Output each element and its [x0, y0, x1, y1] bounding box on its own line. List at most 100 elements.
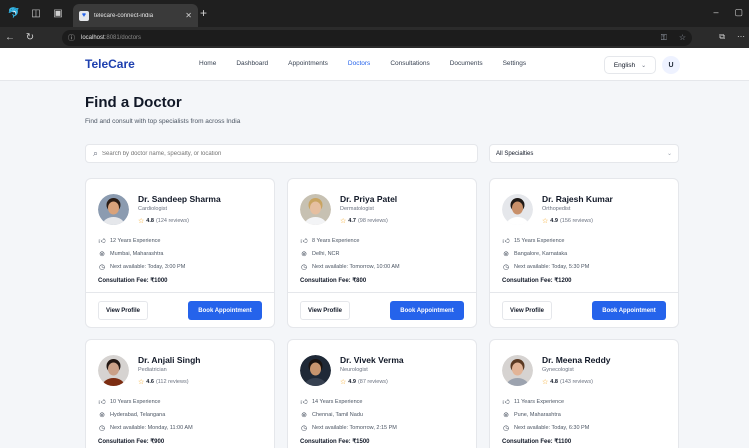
clock-icon: ◷ [502, 264, 510, 271]
availability-line: ◷ Next available: Today, 6:30 PM [502, 424, 589, 432]
review-count: (124 reviews) [155, 218, 189, 224]
tab-actions-icon[interactable]: ▣ [50, 6, 66, 22]
book-appointment-button[interactable]: Book Appointment [188, 301, 262, 320]
workspaces-icon[interactable]: ◫ [28, 6, 44, 22]
specialty-select[interactable]: All Specialties ⌄ [489, 144, 679, 163]
review-count: (112 reviews) [155, 379, 189, 385]
address-bar-icons: ⚿ ☆ [661, 33, 686, 43]
experience-text: 14 Years Experience [312, 398, 363, 405]
location-text: Delhi, NCR [312, 251, 340, 257]
bookmark-star-icon[interactable]: ☆ [679, 33, 686, 43]
location-line: ⊚ Pune, Maharashtra [502, 411, 561, 419]
doctor-rating: ☆ 4.8 (143 reviews) [542, 378, 593, 386]
rating-value: 4.8 [146, 218, 154, 224]
page-subtitle: Find and consult with top specialists fr… [85, 118, 241, 125]
view-profile-button[interactable]: View Profile [300, 301, 350, 320]
browser-tab[interactable]: ♥ telecare-connect-india ✕ [73, 4, 198, 27]
nav-home[interactable]: Home [199, 60, 216, 67]
tab-close-icon[interactable]: ✕ [185, 11, 192, 20]
address-bar[interactable]: ⓘ localhost :8081/doctors ⚿ ☆ [62, 30, 692, 46]
location-text: Hyderabad, Telangana [110, 412, 166, 418]
review-count: (143 reviews) [559, 379, 593, 385]
experience-text: 12 Years Experience [110, 237, 161, 244]
availability-text: Next available: Monday, 11:00 AM [110, 425, 193, 431]
doctor-rating: ☆ 4.8 (124 reviews) [138, 217, 189, 225]
availability-text: Next available: Tomorrow, 10:00 AM [312, 264, 400, 270]
nav-documents[interactable]: Documents [450, 60, 483, 67]
availability-line: ◷ Next available: Today, 3:00 PM [98, 263, 185, 271]
key-icon[interactable]: ⚿ [661, 33, 667, 43]
reload-icon[interactable]: ↻ [20, 32, 40, 43]
doctor-name[interactable]: Dr. Rajesh Kumar [542, 194, 613, 204]
nav-doctors[interactable]: Doctors [348, 60, 370, 67]
doctor-name[interactable]: Dr. Priya Patel [340, 194, 397, 204]
star-icon: ☆ [340, 218, 347, 225]
nav-consultations[interactable]: Consultations [390, 60, 429, 67]
clock-icon: ◷ [300, 264, 308, 271]
clock-icon: ◷ [98, 264, 106, 271]
experience-line: 👍︎ 15 Years Experience [502, 236, 565, 246]
star-icon: ☆ [542, 218, 549, 225]
minimize-icon[interactable]: – [713, 7, 718, 18]
chevron-down-icon: ⌄ [666, 151, 672, 157]
user-avatar[interactable]: U [662, 56, 680, 74]
view-profile-button[interactable]: View Profile [502, 301, 552, 320]
doctor-name[interactable]: Dr. Anjali Singh [138, 355, 201, 365]
doctor-card: Dr. Priya Patel Dermatologist ☆ 4.7 (98 revi… [287, 178, 477, 328]
brand-logo[interactable]: TeleCare [85, 57, 135, 71]
doctor-name[interactable]: Dr. Vivek Verma [340, 355, 404, 365]
card-divider [288, 292, 476, 293]
experience-line: 👍︎ 11 Years Experience [502, 397, 564, 407]
doctor-specialty: Neurologist [340, 367, 368, 373]
new-tab-icon[interactable]: + [200, 6, 207, 20]
clock-icon: ◷ [98, 425, 106, 432]
location-line: ⊚ Chennai, Tamil Nadu [300, 411, 363, 419]
back-icon[interactable]: ← [0, 32, 20, 43]
doctor-name[interactable]: Dr. Sandeep Sharma [138, 194, 221, 204]
nav-dashboard[interactable]: Dashboard [236, 60, 268, 67]
extensions-icon[interactable]: ⧉ [719, 32, 725, 42]
experience-line: 👍︎ 10 Years Experience [98, 397, 160, 407]
location-line: ⊚ Delhi, NCR [300, 250, 340, 258]
language-label: English [613, 61, 636, 69]
experience-line: 👍︎ 8 Years Experience [300, 236, 359, 246]
consultation-fee: Consultation Fee: ₹800 [300, 278, 367, 284]
availability-text: Next available: Tomorrow, 2:15 PM [312, 425, 397, 431]
location-pin-icon: ⊚ [301, 412, 307, 419]
language-select[interactable]: English ⌄ [604, 56, 656, 74]
browser-menu-icon[interactable]: 🐬 [6, 6, 22, 22]
book-appointment-button[interactable]: Book Appointment [390, 301, 464, 320]
doctor-card: Dr. Anjali Singh Pediatrician ☆ 4.6 (112 rev… [85, 339, 275, 448]
maximize-icon[interactable]: ▢ [734, 7, 743, 18]
search-icon: ⌕ [93, 148, 99, 158]
location-pin-icon: ⊚ [503, 251, 509, 258]
nav-settings[interactable]: Settings [503, 60, 527, 67]
nav-appointments[interactable]: Appointments [288, 60, 328, 67]
doctor-name[interactable]: Dr. Meena Reddy [542, 355, 611, 365]
heart-favicon-icon: ♥ [79, 10, 89, 21]
app-header: TeleCare Home Dashboard Appointments Doctor… [0, 48, 749, 81]
availability-line: ◷ Next available: Today, 5:30 PM [502, 263, 589, 271]
rating-value: 4.6 [146, 379, 154, 385]
search-input[interactable] [102, 150, 463, 157]
experience-text: 15 Years Experience [514, 237, 565, 244]
review-count: (156 reviews) [559, 218, 593, 224]
doctor-avatar [98, 355, 129, 386]
availability-text: Next available: Today, 6:30 PM [514, 425, 590, 431]
site-info-icon[interactable]: ⓘ [68, 33, 75, 43]
view-profile-button[interactable]: View Profile [98, 301, 148, 320]
doctor-rating: ☆ 4.7 (98 reviews) [340, 217, 388, 225]
doctor-rating: ☆ 4.9 (156 reviews) [542, 217, 593, 225]
doctor-specialty: Orthopedist [542, 206, 571, 212]
doctor-avatar [98, 194, 129, 225]
doctor-card: Dr. Meena Reddy Gynecologist ☆ 4.8 (143 revi… [489, 339, 679, 448]
consultation-fee: Consultation Fee: ₹1100 [502, 439, 572, 445]
availability-text: Next available: Today, 3:00 PM [110, 264, 186, 270]
more-menu-icon[interactable]: ⋯ [737, 32, 745, 42]
book-appointment-button[interactable]: Book Appointment [592, 301, 666, 320]
doctor-card: Dr. Rajesh Kumar Orthopedist ☆ 4.9 (156 revi… [489, 178, 679, 328]
search-box[interactable]: ⌕ [85, 144, 478, 163]
location-line: ⊚ Bangalore, Karnataka [502, 250, 567, 258]
star-icon: ☆ [138, 218, 145, 225]
main-nav: Home Dashboard Appointments Doctors Consulta… [199, 60, 546, 67]
